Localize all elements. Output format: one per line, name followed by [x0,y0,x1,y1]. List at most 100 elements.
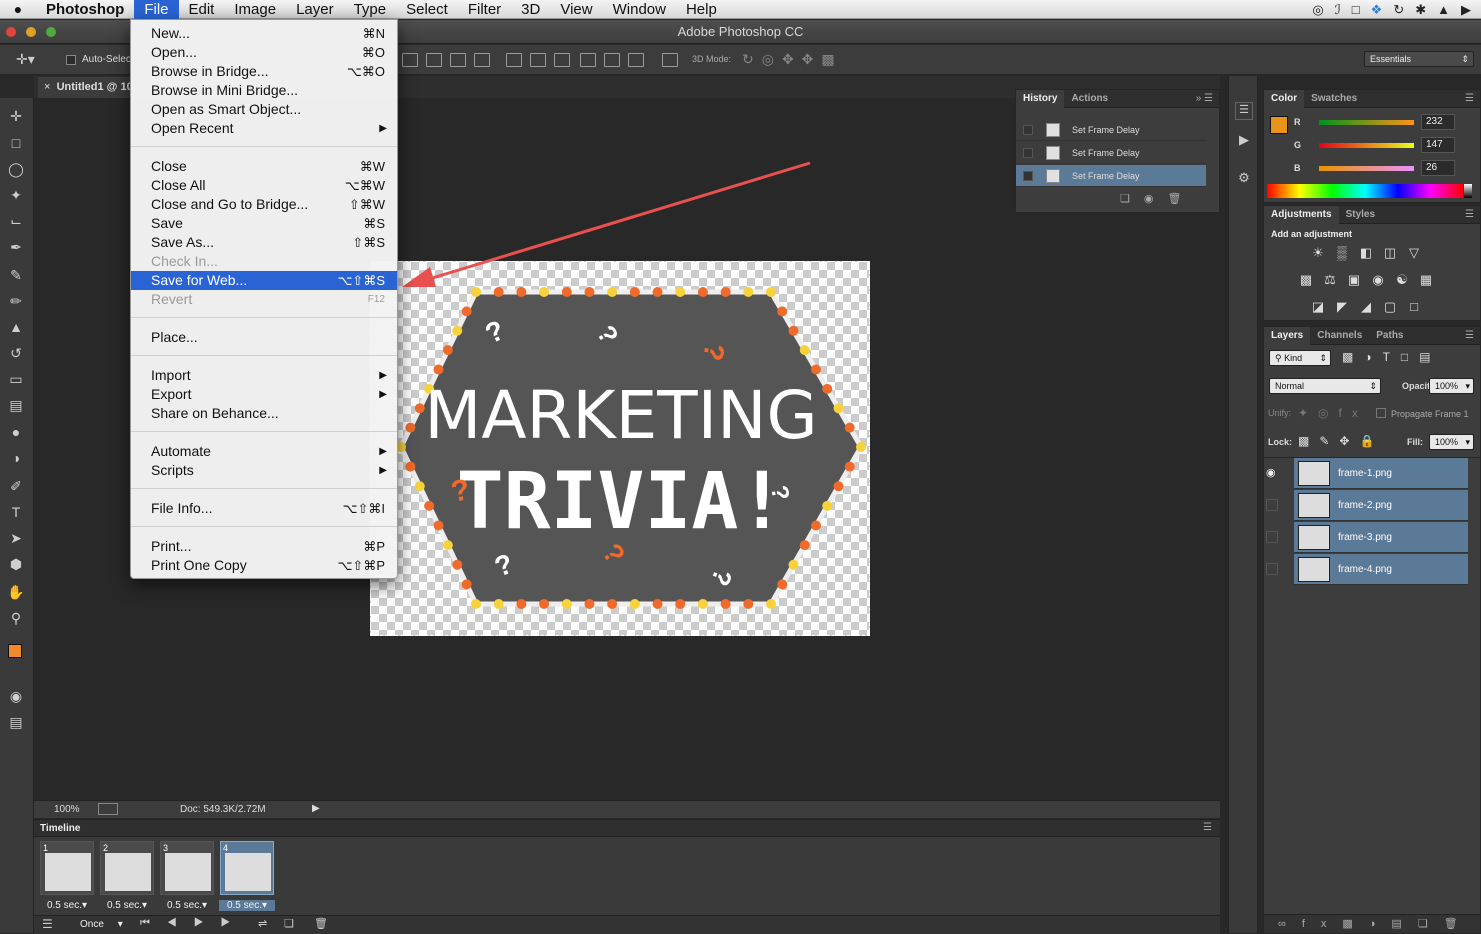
path-selection-tool-icon[interactable]: ➤ [5,528,27,548]
history-brush-tool-icon[interactable]: ↺ [5,343,27,363]
menu-item-save-for-web[interactable]: Save for Web... ⌥⇧⌘S [131,271,397,290]
foreground-color-swatch[interactable] [8,644,22,658]
tab-history[interactable]: History [1016,89,1065,108]
menu-item-share-behance[interactable]: Share on Behance... [131,404,397,423]
apple-icon[interactable]: ● [0,1,36,17]
distribute-right-icon[interactable] [628,53,644,67]
paperclip-icon[interactable]: ℐ [1335,2,1341,18]
close-window-icon[interactable] [6,27,16,37]
history-row[interactable]: Set Frame Delay [1016,142,1206,164]
visibility-toggle[interactable] [1266,531,1278,543]
align-top-icon[interactable] [402,53,418,67]
distribute-hcenter-icon[interactable] [604,53,620,67]
volume-icon[interactable]: ▶ [1461,2,1471,18]
menu-edit[interactable]: Edit [179,0,225,19]
menu-image[interactable]: Image [224,0,286,19]
menu-item-file-info[interactable]: File Info... ⌥⇧⌘I [131,499,397,518]
magic-wand-tool-icon[interactable]: ✦ [5,185,27,205]
menu-item-place[interactable]: Place... [131,328,397,347]
hue-saturation-icon[interactable]: ▩ [1298,273,1314,287]
minimize-window-icon[interactable] [26,27,36,37]
menu-3d[interactable]: 3D [511,0,550,19]
distribute-vcenter-icon[interactable] [530,53,546,67]
history-actions[interactable]: ❏◉🗑 [1120,192,1195,205]
screen-mode-icon[interactable]: ▤ [5,712,27,732]
timeline-frame[interactable]: 3 [160,841,214,895]
align-vcenter-icon[interactable] [426,53,442,67]
status-icon[interactable] [98,803,118,815]
frame-delay[interactable]: 0.5 sec.▾ [159,900,215,911]
history-panel-icon[interactable]: ☰ [1235,102,1253,120]
align-bottom-icon[interactable] [450,53,466,67]
pen-tool-icon[interactable]: ✐ [5,476,27,496]
menu-select[interactable]: Select [396,0,458,19]
selective-color-icon[interactable]: ▢ [1382,300,1398,314]
actions-panel-icon[interactable]: ▶ [1235,132,1253,150]
menu-item-close-all[interactable]: Close All ⌥⌘W [131,176,397,195]
color-balance-icon[interactable]: ⚖ [1322,273,1338,287]
hand-tool-icon[interactable]: ✋ [5,582,27,602]
panel-menu-icon[interactable]: ☰ [1465,93,1480,104]
curves-icon[interactable]: ◧ [1358,246,1374,260]
red-slider[interactable] [1319,120,1414,125]
menu-item-browse-bridge[interactable]: Browse in Bridge... ⌥⌘O [131,62,397,81]
move-tool-icon[interactable]: ✛ [5,106,27,126]
phone-icon[interactable]: □ [1352,2,1360,17]
tab-color[interactable]: Color [1264,89,1305,108]
move-tool-preset-icon[interactable]: ✛▾ [16,51,35,68]
menu-app[interactable]: Photoshop [36,0,134,19]
panel-menu-icon[interactable]: ☰ [1203,822,1212,833]
brightness-contrast-icon[interactable]: ☀ [1310,246,1326,260]
panel-menu-icon[interactable]: ☰ [1465,330,1480,341]
tween-icon[interactable]: ⇌ [258,917,267,930]
layer-actions[interactable]: ∞fx▩◑▤❏🗑 [1278,917,1474,930]
menu-type[interactable]: Type [344,0,397,19]
gradient-tool-icon[interactable]: ▤ [5,395,27,415]
menu-item-save[interactable]: Save ⌘S [131,214,397,233]
menu-file[interactable]: File [134,0,179,19]
quick-mask-icon[interactable]: ◉ [5,686,27,706]
menu-help[interactable]: Help [676,0,727,19]
menu-item-scripts[interactable]: Scripts ▶ [131,461,397,480]
creative-cloud-icon[interactable]: ◎ [1312,2,1323,18]
frame-delay[interactable]: 0.5 sec.▾ [39,900,95,911]
menu-item-close-go-bridge[interactable]: Close and Go to Bridge... ⇧⌘W [131,195,397,214]
distribute-left-icon[interactable] [580,53,596,67]
shape-tool-icon[interactable]: ⬢ [5,554,27,574]
document-tab[interactable]: × Untitled1 @ 10 [38,77,134,98]
menu-item-print-one-copy[interactable]: Print One Copy ⌥⇧⌘P [131,556,397,575]
align-left-icon[interactable] [474,53,490,67]
history-row[interactable]: Set Frame Delay [1016,165,1206,187]
threshold-icon[interactable]: ◢ [1358,300,1374,314]
vibrance-icon[interactable]: ▽ [1406,246,1422,260]
menu-window[interactable]: Window [603,0,676,19]
blend-mode-select[interactable]: Normal ⇕ [1269,378,1381,394]
menu-view[interactable]: View [550,0,602,19]
lasso-tool-icon[interactable]: ◯ [5,159,27,179]
menu-filter[interactable]: Filter [458,0,511,19]
visibility-toggle[interactable] [1266,499,1278,511]
timeline-frame[interactable]: 1 [40,841,94,895]
layer-filter-kind[interactable]: ⚲ Kind ⇕ [1269,350,1331,366]
clone-stamp-tool-icon[interactable]: ▲ [5,317,27,337]
status-menu-arrow-icon[interactable]: ▶ [312,803,320,814]
menu-item-close[interactable]: Close ⌘W [131,157,397,176]
blur-tool-icon[interactable]: ● [5,422,27,442]
tab-styles[interactable]: Styles [1339,206,1382,224]
layer-row[interactable]: frame-2.png [1266,490,1468,521]
levels-icon[interactable]: ▒ [1334,246,1350,260]
photo-filter-icon[interactable]: ◉ [1370,273,1386,287]
convert-timeline-icon[interactable]: ☰ [42,917,53,931]
tab-paths[interactable]: Paths [1369,327,1410,345]
eraser-tool-icon[interactable]: ▭ [5,369,27,389]
blue-value[interactable]: 26 [1421,160,1455,176]
delete-frame-icon[interactable]: 🗑 [314,917,328,930]
tab-swatches[interactable]: Swatches [1304,90,1364,108]
black-white-icon[interactable]: ▣ [1346,273,1362,287]
bluetooth-icon[interactable]: ✱ [1415,2,1426,18]
properties-panel-icon[interactable]: ⚙ [1235,170,1253,188]
frame-delay[interactable]: 0.5 sec.▾ [99,900,155,911]
gradient-map-icon[interactable]: □ [1406,300,1422,314]
menu-item-save-as[interactable]: Save As... ⇧⌘S [131,233,397,252]
opacity-input[interactable]: 100% ▾ [1429,378,1474,394]
